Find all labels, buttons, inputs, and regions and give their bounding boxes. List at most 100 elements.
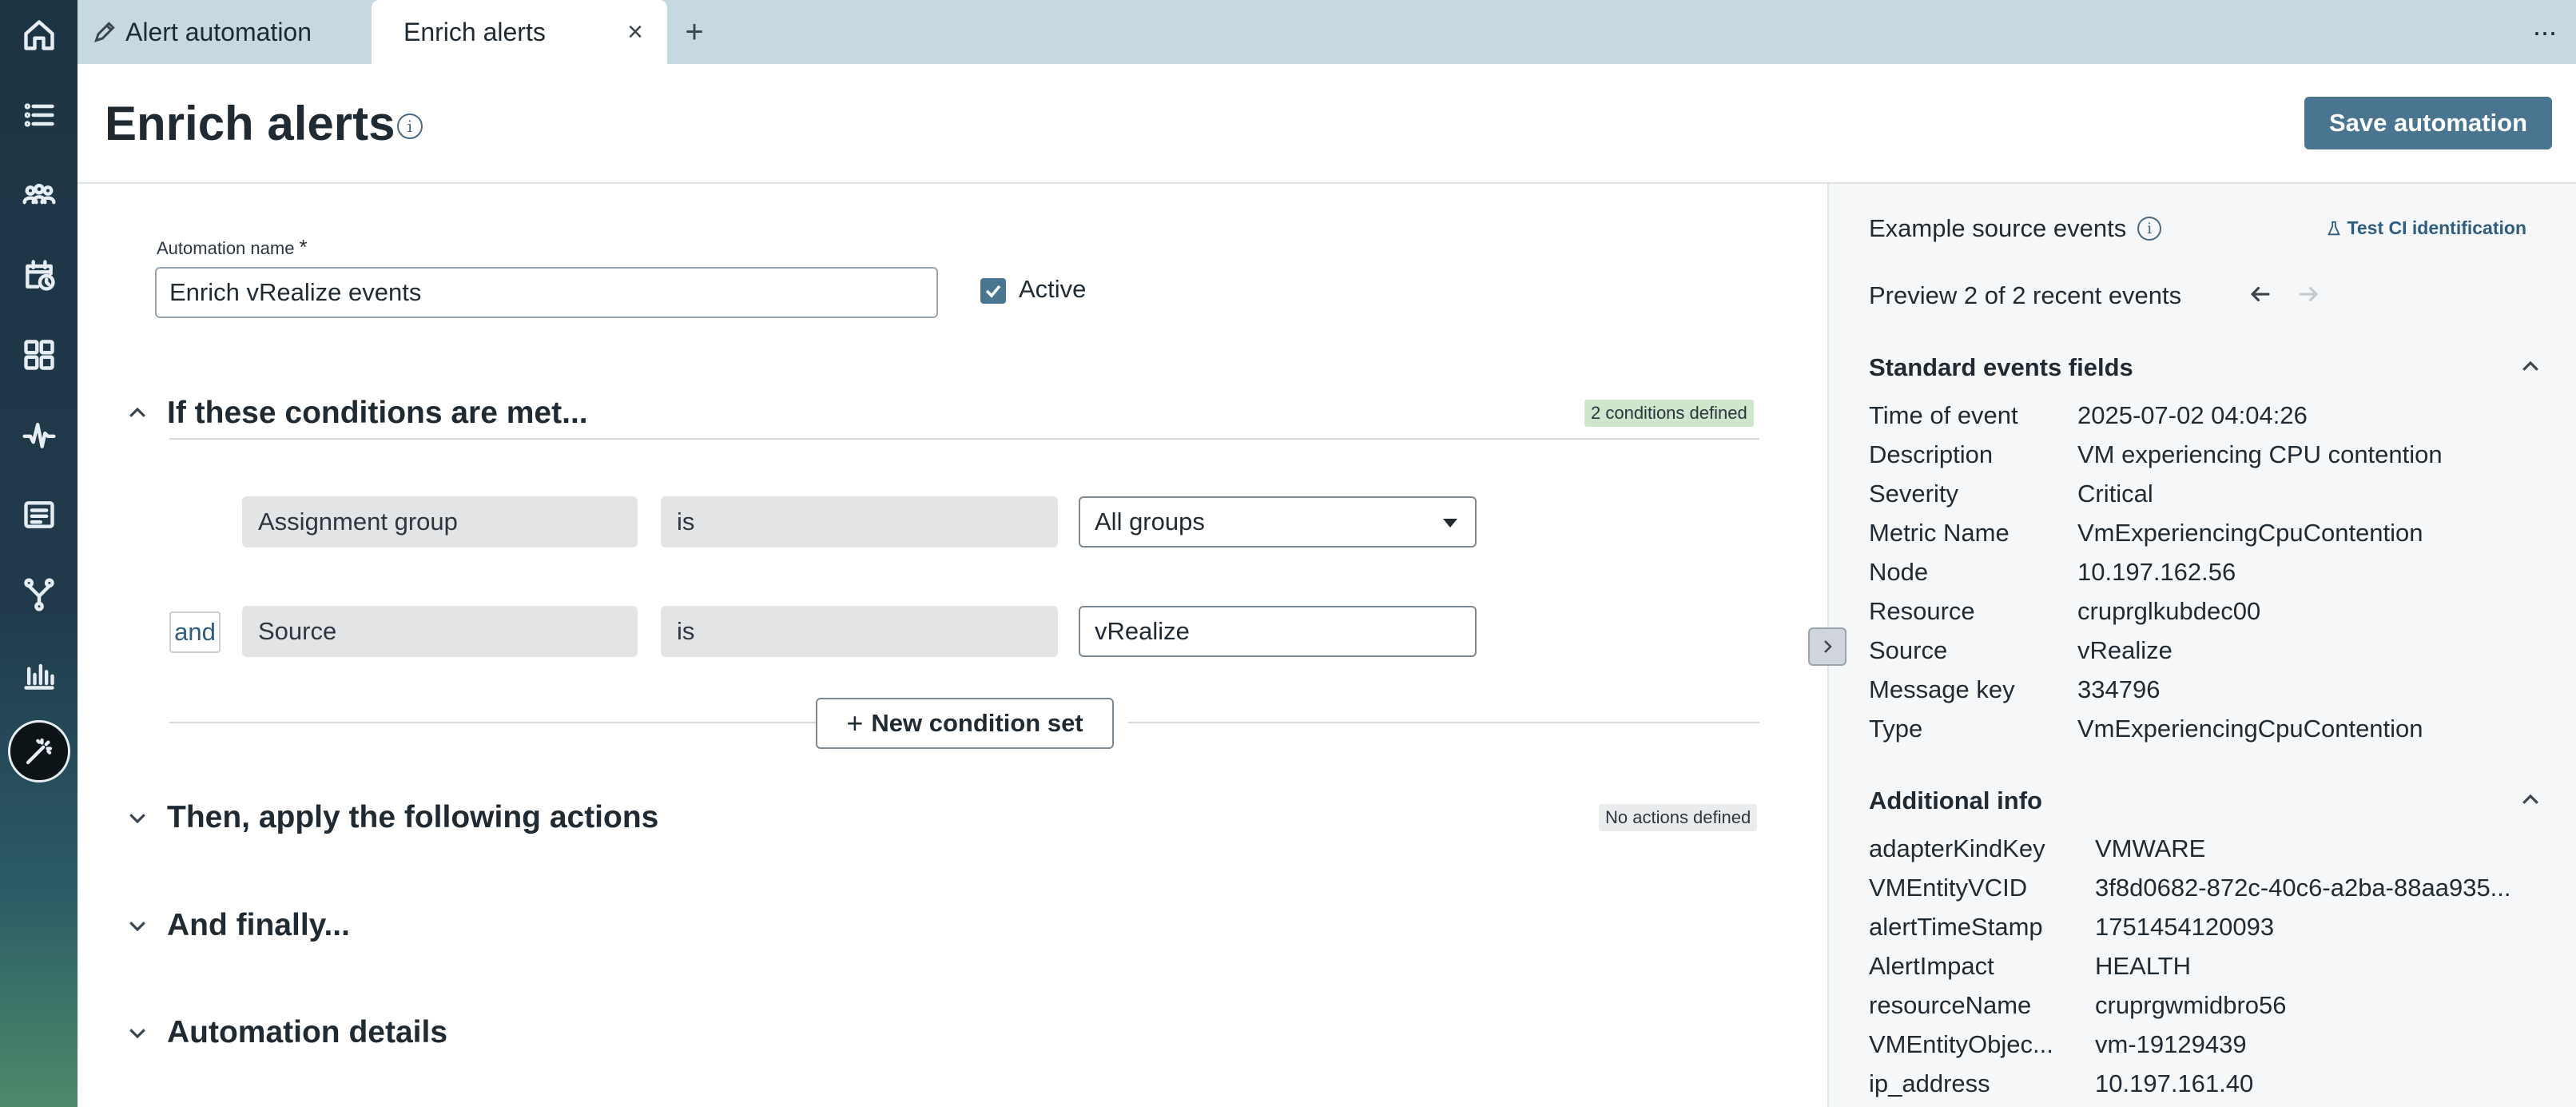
standard-fields-title: Standard events fields [1869,353,2133,381]
automation-form: Automation name* Active If these conditi… [78,184,1826,1107]
condition-operator[interactable]: is [661,606,1058,657]
panel-title: Example source events i [1869,214,2162,243]
nav-dashboards[interactable] [0,323,78,387]
field-key: Description [1869,440,1994,468]
condition-value-text: vRealize [1095,617,1190,645]
chevron-down-icon [125,1021,149,1045]
collapse-panel-button[interactable] [1808,627,1847,666]
details-section-title: Automation details [167,1015,448,1049]
save-automation-button[interactable]: Save automation [2304,97,2552,149]
actions-count-badge: No actions defined [1599,804,1758,831]
standard-field-row: Description VM experiencing CPU contentio… [1869,440,2443,469]
additional-field-row: VMEntityVCID 3f8d0682-872c-40c6-a2ba-88aa… [1869,874,2511,902]
conditions-count-badge: 2 conditions defined [1584,400,1754,427]
nav-groups[interactable] [0,163,78,227]
chevron-up-icon[interactable] [2518,788,2544,814]
field-key: Severity [1869,480,1958,508]
active-label: Active [1019,275,1087,303]
automation-name-input[interactable] [155,267,938,318]
info-icon[interactable]: i [2137,217,2162,241]
tab-bar: Alert automation Enrich alerts × + ··· [78,0,2576,64]
conditions-section-header[interactable]: If these conditions are met... [125,389,588,437]
new-condition-set-button[interactable]: + New condition set [816,698,1114,749]
nav-analytics[interactable] [0,643,78,707]
additional-field-row: resourceName cruprgwmidbro56 [1869,991,2287,1020]
tab-enrich-alerts[interactable]: Enrich alerts × [372,0,667,64]
dropdown-caret-icon [1443,519,1457,528]
example-events-panel: Example source events i Test CI identifi… [1827,184,2576,1107]
field-value: 1751454120093 [2095,913,2275,941]
chevron-down-icon [125,914,149,938]
field-value: VmExperiencingCpuContention [2077,715,2423,743]
chevron-up-icon[interactable] [2518,355,2544,380]
nav-schedule[interactable] [0,243,78,307]
nav-workflows[interactable] [0,563,78,627]
standard-field-row: Type VmExperiencingCpuContention [1869,715,2423,743]
home-icon [23,20,54,50]
field-key: Time of event [1869,401,2018,429]
pencil-icon [94,22,115,42]
active-checkbox[interactable] [980,278,1006,304]
field-key: AlertImpact [1869,952,1994,980]
standard-field-row: Message key 334796 [1869,675,2160,704]
more-options-icon[interactable]: ··· [2526,14,2562,50]
tab-label: Enrich alerts [403,17,546,46]
arrow-right-icon [2299,286,2318,302]
condition-value-select[interactable]: All groups [1079,496,1477,548]
previous-event-button[interactable] [2244,278,2276,310]
field-key: Message key [1869,675,2015,703]
list-icon [24,103,54,127]
divider [1128,722,1759,723]
field-value: VMWARE [2095,834,2206,862]
info-icon[interactable]: i [397,113,423,139]
field-value: vRealize [2077,636,2173,664]
plus-icon: + [846,707,864,739]
bar-chart-icon [23,663,54,690]
additional-info-title: Additional info [1869,786,2042,814]
nav-list[interactable] [0,83,78,147]
conditions-section-title: If these conditions are met... [167,396,588,430]
nav-home[interactable] [0,3,78,67]
next-event-button[interactable] [2292,278,2324,310]
field-value: 2025-07-02 04:04:26 [2077,401,2308,429]
field-key: ip_address [1869,1069,1990,1097]
panel-title-text: Example source events [1869,214,2127,242]
details-section-header[interactable]: Automation details [125,1009,447,1057]
actions-section-header[interactable]: Then, apply the following actions [125,794,658,842]
page-header: Enrich alerts i Save automation [78,64,2576,184]
condition-value-text: All groups [1095,508,1205,536]
field-key: Node [1869,558,1929,586]
flask-icon [2327,221,2340,235]
and-connector[interactable]: and [169,611,221,653]
additional-field-row: ip_address 10.197.161.40 [1869,1069,2253,1098]
report-icon [23,501,54,528]
standard-field-row: Time of event 2025-07-02 04:04:26 [1869,401,2308,430]
finally-section-title: And finally... [167,908,350,942]
field-key: Resource [1869,597,1975,625]
additional-field-row: adapterKindKey VMWARE [1869,834,2205,863]
left-nav-rail [0,0,78,1107]
field-key: resourceName [1869,991,2032,1019]
finally-section-header[interactable]: And finally... [125,902,350,950]
test-ci-identification-link[interactable]: Test CI identification [2325,217,2526,239]
nav-activity[interactable] [0,403,78,467]
tab-label: Alert automation [125,17,312,46]
field-value: 10.197.161.40 [2095,1069,2254,1097]
field-key: alertTimeStamp [1869,913,2043,941]
standard-field-row: Metric Name VmExperiencingCpuContention [1869,519,2423,548]
condition-value-input[interactable]: vRealize [1079,606,1477,657]
condition-field[interactable]: Source [242,606,638,657]
schedule-icon [25,260,55,291]
actions-section-title: Then, apply the following actions [167,800,659,834]
new-condition-set-label: New condition set [871,709,1083,737]
add-tab-button[interactable]: + [677,14,712,50]
condition-field[interactable]: Assignment group [242,496,638,548]
arrow-left-icon [2251,286,2270,302]
field-key: VMEntityVCID [1869,874,2028,902]
close-tab-icon[interactable]: × [621,17,650,47]
field-key: adapterKindKey [1869,834,2045,862]
condition-operator[interactable]: is [661,496,1058,548]
branch-icon [23,578,54,611]
nav-reports[interactable] [0,483,78,547]
nav-automation[interactable] [0,719,78,783]
